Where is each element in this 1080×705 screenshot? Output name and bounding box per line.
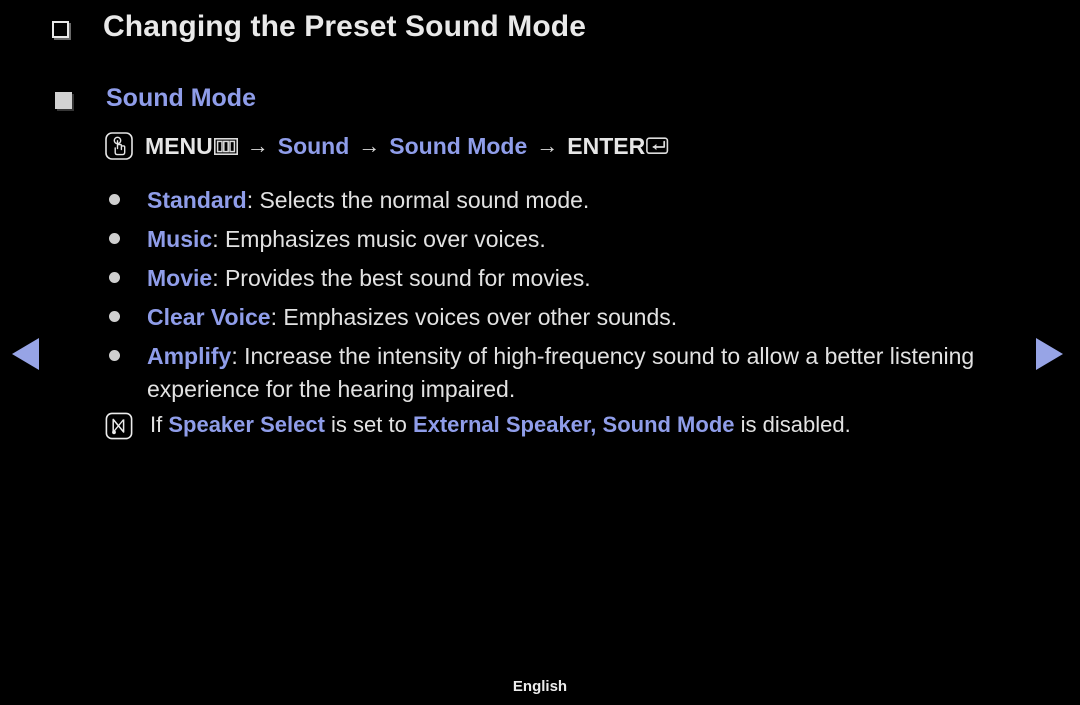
list-item: Amplify: Increase the intensity of high-… [109,340,1009,406]
note-part-4: is disabled. [734,412,851,437]
note-term-external-speaker: External Speaker [412,412,591,437]
note-term-speaker-select: Speaker Select [168,412,325,437]
section-heading: Sound Mode [106,84,256,112]
option-desc: : Emphasizes voices over other sounds. [270,304,678,330]
prev-page-button[interactable] [12,338,46,370]
option-desc: : Emphasizes music over voices. [212,226,546,252]
note-row: If Speaker Select is set to External Spe… [105,410,851,440]
osd-hand-press-icon [105,132,133,160]
option-text: Music: Emphasizes music over voices. [147,223,546,256]
language-label: English [512,678,568,695]
bullet-dot-icon [109,194,120,205]
tv-manual-screen: Changing the Preset Sound Mode Sound Mod… [0,0,1080,705]
menu-bars-icon [213,137,238,155]
option-desc: : Increase the intensity of high-frequen… [147,343,975,402]
path-step-sound: Sound [277,132,350,159]
path-arrow-3: → [536,133,559,158]
note-text: If Speaker Select is set to External Spe… [150,410,851,440]
option-desc: : Provides the best sound for movies. [212,265,591,291]
bullet-dot-icon [109,311,120,322]
note-n-icon [105,412,133,440]
filled-square-icon [55,91,72,109]
note-part-3: , [590,412,603,437]
bullet-dot-icon [109,272,120,283]
page-title-row: Changing the Preset Sound Mode [52,10,586,44]
list-item: Music: Emphasizes music over voices. [109,223,1009,256]
list-item: Standard: Selects the normal sound mode. [109,184,1009,217]
list-item: Movie: Provides the best sound for movie… [109,262,1009,295]
option-name: Music [147,226,213,252]
option-name: Clear Voice [147,304,271,330]
path-arrow-2: → [358,133,381,158]
option-text: Movie: Provides the best sound for movie… [147,262,591,295]
triangle-right-icon [1036,338,1063,370]
menu-path-row: MENU → Sound → Sound Mode → ENTER [104,131,672,161]
bullet-dot-icon [109,350,120,361]
sound-mode-option-list: Standard: Selects the normal sound mode.… [109,184,1009,412]
bullet-dot-icon [109,233,120,244]
option-text: Standard: Selects the normal sound mode. [147,184,589,217]
enter-return-icon [646,136,669,154]
option-name: Standard [147,187,247,213]
option-text: Clear Voice: Emphasizes voices over othe… [147,301,677,334]
note-term-sound-mode: Sound Mode [602,412,735,437]
list-item: Clear Voice: Emphasizes voices over othe… [109,301,1009,334]
option-name: Movie [147,265,213,291]
option-desc: : Selects the normal sound mode. [246,187,590,213]
next-page-button[interactable] [1036,338,1070,370]
menu-label: MENU [145,132,213,159]
section-heading-row: Sound Mode [55,84,256,113]
note-part-1: If [150,412,169,437]
hollow-square-icon [52,20,69,38]
triangle-left-icon [12,338,39,370]
path-step-sound-mode: Sound Mode [389,132,528,159]
option-name: Amplify [147,343,232,369]
enter-label: ENTER [567,132,646,159]
page-title: Changing the Preset Sound Mode [103,10,587,43]
path-arrow-1: → [246,133,269,158]
note-part-2: is set to [324,412,413,437]
option-text: Amplify: Increase the intensity of high-… [147,340,987,406]
